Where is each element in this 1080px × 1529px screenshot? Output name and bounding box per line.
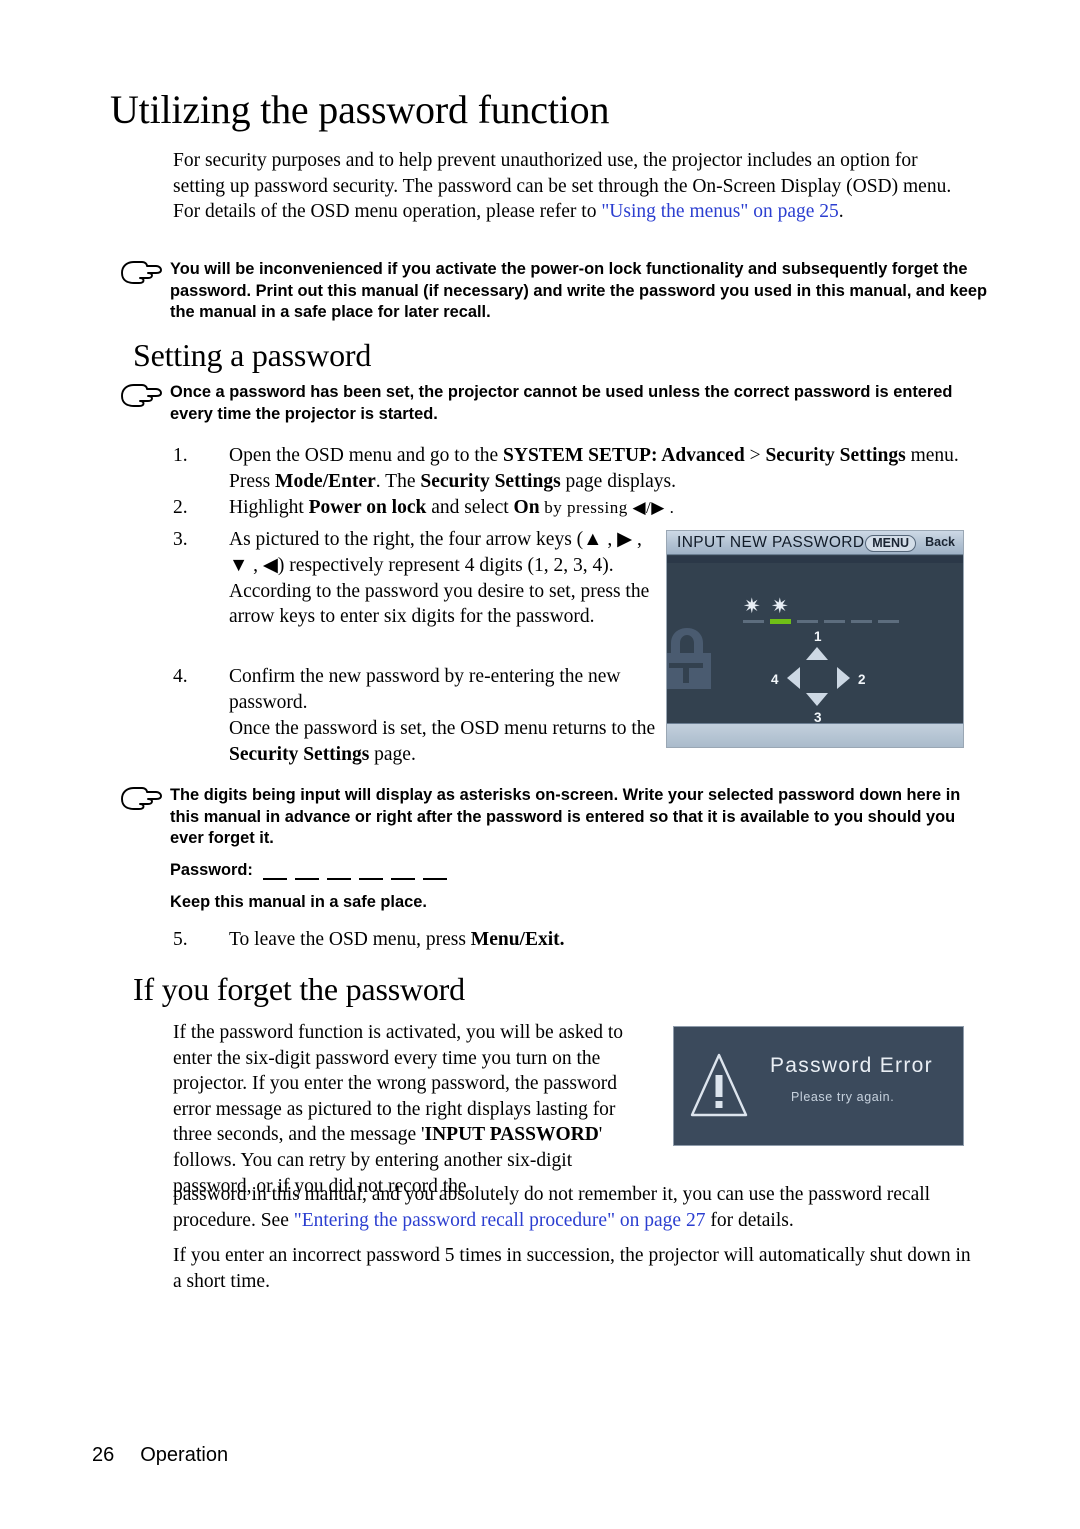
password-slot	[878, 620, 899, 623]
password-record-line: Password:	[170, 861, 455, 880]
page-title: Utilizing the password function	[110, 87, 610, 132]
password-recall-link[interactable]: "Entering the password recall procedure"…	[294, 1210, 706, 1231]
password-blanks[interactable]	[263, 861, 455, 880]
password-blank[interactable]	[391, 864, 416, 880]
step-item: 2. Highlight Power on lock and select On…	[173, 495, 963, 521]
password-asterisk: ✷	[771, 595, 789, 618]
step-number: 3.	[173, 529, 188, 550]
warning-triangle-icon	[688, 1049, 750, 1121]
step-text: Confirm the new password by re-entering …	[229, 666, 621, 713]
step-text: As pictured to the right, the four arrow…	[229, 529, 650, 628]
password-slot-active	[770, 619, 791, 624]
pointing-hand-icon	[118, 786, 164, 812]
footer-section-name: Operation	[140, 1444, 229, 1466]
step-number: 5.	[173, 929, 188, 950]
footer-page-number: 26	[92, 1444, 115, 1466]
password-blank[interactable]	[263, 864, 288, 880]
note-power-on-lock: You will be inconvenienced if you activa…	[118, 259, 988, 324]
arrow-key-diagram: 1 4 2 3	[763, 629, 873, 731]
step-text: Open the OSD menu and go to the SYSTEM S…	[229, 445, 959, 492]
password-recall-paragraph: password in this manual, and you absolut…	[173, 1184, 931, 1231]
forget-password-paragraph: If the password function is activated, y…	[173, 1022, 624, 1197]
step-item: 1. Open the OSD menu and go to the SYSTE…	[173, 443, 963, 495]
keep-manual-note: Keep this manual in a safe place.	[170, 893, 427, 911]
password-slot	[743, 620, 764, 623]
intro-text-after: .	[838, 201, 844, 223]
pointing-hand-icon	[118, 260, 164, 286]
password-asterisk: ✷	[743, 595, 761, 618]
intro-paragraph: For security purposes and to help preven…	[173, 148, 973, 225]
step-number: 2.	[173, 497, 188, 518]
step-text: To leave the OSD menu, press Menu/Exit.	[229, 929, 565, 950]
heading-setting-a-password: Setting a password	[133, 337, 372, 373]
osd-footer-bar	[667, 723, 963, 747]
osd-title-text: INPUT NEW PASSWORD	[677, 534, 865, 551]
password-slot	[851, 620, 872, 623]
note-password-required: Once a password has been set, the projec…	[118, 382, 988, 425]
step-text: Highlight Power on lock and select On by…	[229, 497, 675, 518]
password-slot	[824, 620, 845, 623]
arrow-left-icon	[787, 667, 800, 689]
password-label: Password:	[170, 861, 253, 879]
padlock-icon	[667, 619, 723, 693]
error-subtitle: Please try again.	[791, 1090, 895, 1104]
arrow-label-up: 1	[814, 629, 822, 644]
arrow-down-icon	[806, 693, 828, 706]
password-entry-slots: ✷ ✷	[743, 595, 903, 627]
back-label: Back	[925, 535, 955, 549]
step-number: 4.	[173, 666, 188, 687]
arrow-right-icon	[837, 667, 850, 689]
password-slot	[797, 620, 818, 623]
menu-button[interactable]: MENU	[865, 535, 916, 552]
step-item: 3. As pictured to the right, the four ar…	[173, 527, 653, 630]
pointing-hand-icon	[118, 383, 164, 409]
note-text: The digits being input will display as a…	[170, 786, 961, 847]
note-text: Once a password has been set, the projec…	[170, 383, 953, 423]
manual-page: Utilizing the password function For secu…	[0, 0, 1080, 1529]
step-item: 4. Confirm the new password by re-enteri…	[173, 664, 653, 716]
step-number: 1.	[173, 445, 188, 466]
arrow-label-left: 4	[771, 672, 779, 687]
osd-title-separator	[667, 556, 963, 563]
step-4-continuation: Once the password is set, the OSD menu r…	[229, 718, 656, 765]
using-menus-link[interactable]: "Using the menus" on page 25	[601, 201, 838, 222]
arrow-label-right: 2	[858, 672, 866, 687]
password-blank[interactable]	[295, 864, 320, 880]
incorrect-password-paragraph: If you enter an incorrect password 5 tim…	[173, 1245, 971, 1292]
arrow-up-icon	[806, 647, 828, 660]
step-item: 5. To leave the OSD menu, press Menu/Exi…	[173, 927, 773, 953]
password-blank[interactable]	[423, 864, 448, 880]
password-blank[interactable]	[327, 864, 352, 880]
page-footer: 26 Operation	[92, 1444, 228, 1467]
note-text: You will be inconvenienced if you activa…	[170, 260, 987, 321]
error-title: Password Error	[770, 1054, 933, 1077]
password-blank[interactable]	[359, 864, 384, 880]
heading-if-you-forget-the-password: If you forget the password	[133, 971, 465, 1007]
osd-password-error-panel: Password Error Please try again.	[673, 1026, 964, 1146]
osd-input-new-password-panel: INPUT NEW PASSWORD ✷ ✷ 1 4 2 3 MENU Back	[666, 530, 964, 748]
note-asterisk-display: The digits being input will display as a…	[118, 785, 988, 850]
